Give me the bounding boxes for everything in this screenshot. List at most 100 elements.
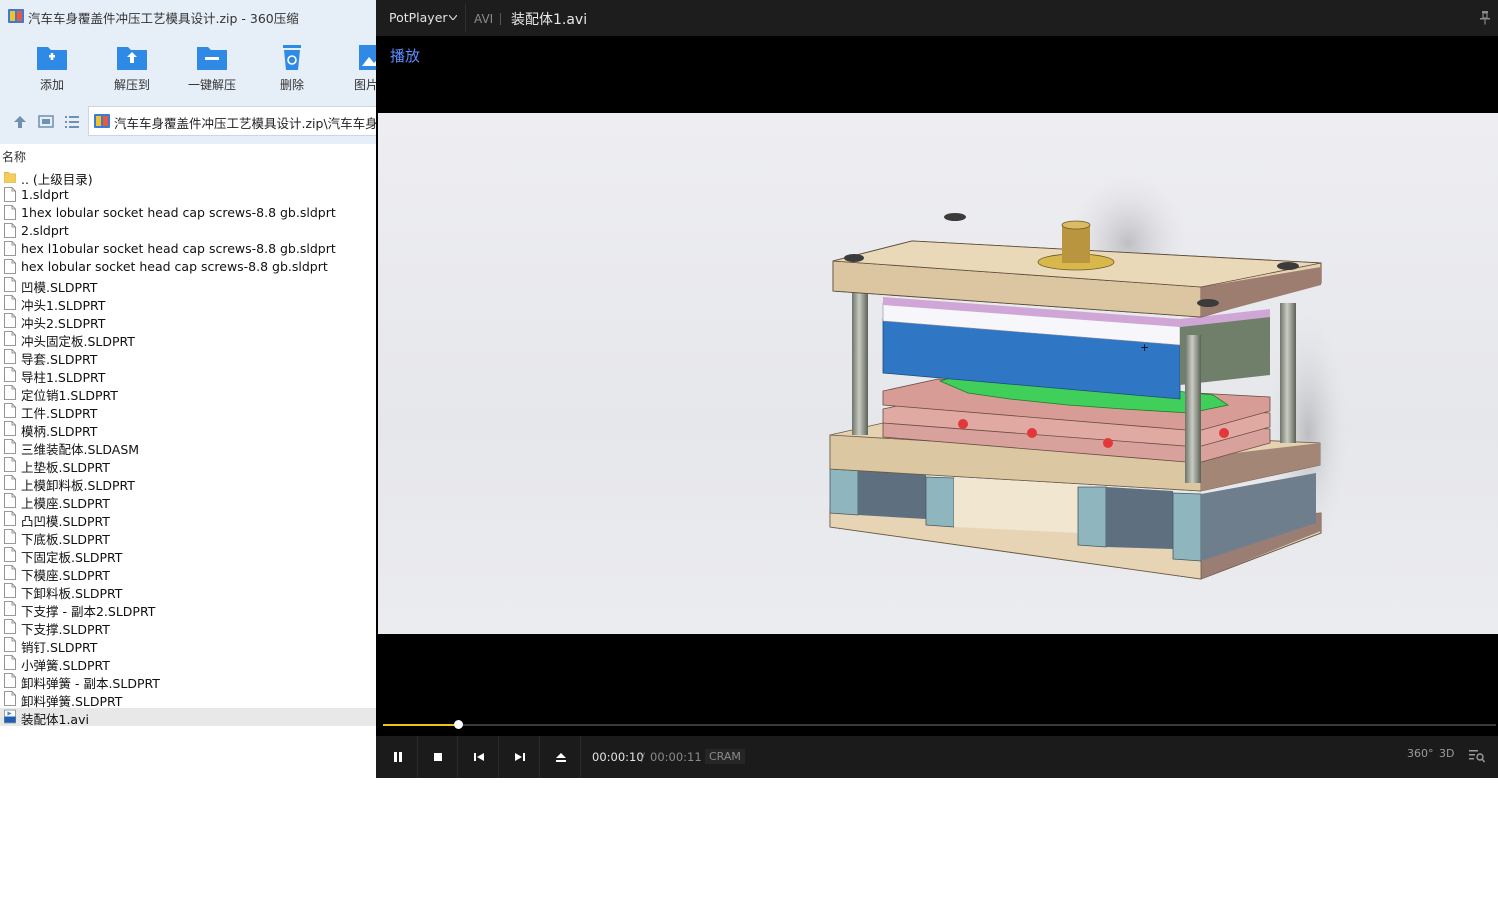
zip-file-icon [94, 114, 110, 128]
file-icon [4, 655, 16, 670]
3d-button[interactable]: 3D [1439, 747, 1454, 760]
potplayer-menu-button[interactable]: PotPlayer [389, 10, 448, 25]
image-button[interactable]: 图片滤 [337, 38, 376, 98]
file-list-item[interactable]: 冲头固定板.SLDPRT [0, 330, 376, 349]
video-frame[interactable]: + [378, 113, 1498, 634]
file-list-item[interactable]: 下固定板.SLDPRT [0, 546, 376, 565]
file-icon [4, 259, 16, 274]
path-bar[interactable]: 汽车车身覆盖件冲压工艺模具设计.zip\汽车车身覆 [88, 106, 376, 136]
video-cursor-mark: + [1140, 341, 1149, 354]
file-list-item[interactable]: 下支撑.SLDPRT [0, 618, 376, 637]
seek-thumb[interactable] [453, 720, 463, 729]
extract-to-button[interactable]: 解压到 [97, 38, 167, 98]
file-icon [4, 187, 16, 202]
file-icon [4, 313, 16, 328]
file-icon [4, 673, 16, 688]
eject-button[interactable] [541, 736, 581, 778]
pause-button[interactable] [378, 736, 418, 778]
file-icon [4, 295, 16, 310]
file-list-item[interactable]: 卸料弹簧 - 副本.SLDPRT [0, 672, 376, 691]
file-list-item[interactable]: 上模卸料板.SLDPRT [0, 474, 376, 493]
file-list-item[interactable]: 销钉.SLDPRT [0, 636, 376, 655]
delete-icon [283, 45, 301, 70]
archive-window: 汽车车身覆盖件冲压工艺模具设计.zip - 360压缩 添加 解压到 一键解压 [0, 0, 376, 908]
file-icon [4, 565, 16, 580]
add-folder-icon [37, 47, 67, 70]
thumbnail-view-icon[interactable] [37, 113, 55, 131]
file-icon [4, 349, 16, 364]
file-list-item[interactable]: 定位销1.SLDPRT [0, 384, 376, 403]
zip-app-icon [8, 9, 24, 23]
next-icon [515, 753, 525, 761]
file-list-item[interactable]: hex lobular socket head cap screws-8.8 g… [0, 258, 376, 276]
column-header-name[interactable]: 名称 [2, 148, 26, 165]
file-list-item[interactable]: 小弹簧.SLDPRT [0, 654, 376, 673]
file-name: 1hex lobular socket head cap screws-8.8 … [21, 205, 336, 220]
file-list-item[interactable]: 凸凹模.SLDPRT [0, 510, 376, 529]
player-titlebar: PotPlayer AVI 装配体1.avi [376, 0, 1498, 36]
file-list-item[interactable]: 装配体1.avi [0, 708, 376, 727]
eject-icon [556, 753, 566, 762]
file-list-item[interactable]: hex l1obular socket head cap screws-8.8 … [0, 240, 376, 258]
one-click-extract-button[interactable]: 一键解压 [177, 38, 247, 98]
file-list-item[interactable]: 模柄.SLDPRT [0, 420, 376, 439]
file-list-item[interactable]: 1hex lobular socket head cap screws-8.8 … [0, 204, 376, 222]
file-list-item[interactable]: 冲头2.SLDPRT [0, 312, 376, 331]
vr-360-button[interactable]: 360° [1407, 747, 1434, 760]
file-icon [4, 637, 16, 652]
next-button[interactable] [500, 736, 540, 778]
up-level-icon[interactable] [11, 113, 29, 131]
playlist-search-icon[interactable] [1469, 749, 1485, 763]
codec-badge: CRAM [705, 749, 745, 764]
file-list-item[interactable]: 下支撑 - 副本2.SLDPRT [0, 600, 376, 619]
file-list-item[interactable]: 工件.SLDPRT [0, 402, 376, 421]
list-view-icon[interactable] [63, 113, 81, 131]
chevron-down-icon[interactable] [449, 15, 457, 20]
file-name: 2.sldprt [21, 223, 69, 238]
file-list-item[interactable]: .. (上级目录) [0, 168, 376, 187]
file-list-item[interactable]: 2.sldprt [0, 222, 376, 240]
avi-file-icon [4, 709, 16, 724]
file-icon [4, 367, 16, 382]
previous-button[interactable] [459, 736, 499, 778]
folder-icon [4, 171, 16, 183]
format-label: AVI [474, 12, 494, 26]
file-icon [4, 223, 16, 238]
potplayer-window: PotPlayer AVI 装配体1.avi 播放 + 00:00:10 / 0… [376, 0, 1498, 778]
time-separator: / [641, 750, 645, 764]
seek-bar[interactable] [376, 714, 1498, 736]
file-icon [4, 421, 16, 436]
file-list-item[interactable]: 下卸料板.SLDPRT [0, 582, 376, 601]
osd-play-text: 播放 [390, 47, 421, 65]
file-icon [4, 619, 16, 634]
file-icon [4, 475, 16, 490]
file-list-item[interactable]: 凹模.SLDPRT [0, 276, 376, 295]
file-icon [4, 241, 16, 256]
file-list-item[interactable]: 冲头1.SLDPRT [0, 294, 376, 313]
file-list-item[interactable]: 导套.SLDPRT [0, 348, 376, 367]
extract-to-icon [117, 47, 147, 70]
delete-button[interactable]: 删除 [257, 38, 327, 98]
add-button[interactable]: 添加 [17, 38, 87, 98]
pin-icon[interactable] [1480, 11, 1490, 25]
file-icon [4, 457, 16, 472]
file-icon [4, 493, 16, 508]
file-list-item[interactable]: 下底板.SLDPRT [0, 528, 376, 547]
file-icon [4, 403, 16, 418]
stop-button[interactable] [418, 736, 458, 778]
file-list-item[interactable]: 1.sldprt [0, 186, 376, 204]
file-icon [4, 511, 16, 526]
archive-toolbar: 添加 解压到 一键解压 删除 图片 [0, 32, 376, 100]
total-time: 00:00:11 [650, 750, 702, 764]
file-list-item[interactable]: 卸料弹簧.SLDPRT [0, 690, 376, 709]
stop-icon [434, 753, 442, 761]
file-icon [4, 529, 16, 544]
control-bar: 00:00:10 / 00:00:11 CRAM 360° 3D [376, 736, 1498, 778]
file-icon [4, 601, 16, 616]
file-list-item[interactable]: 上垫板.SLDPRT [0, 456, 376, 475]
file-list-item[interactable]: 导柱1.SLDPRT [0, 366, 376, 385]
file-list-item[interactable]: 下模座.SLDPRT [0, 564, 376, 583]
file-list-item[interactable]: 上模座.SLDPRT [0, 492, 376, 511]
file-list-item[interactable]: 三维装配体.SLDASM [0, 438, 376, 457]
pause-icon [394, 752, 402, 762]
